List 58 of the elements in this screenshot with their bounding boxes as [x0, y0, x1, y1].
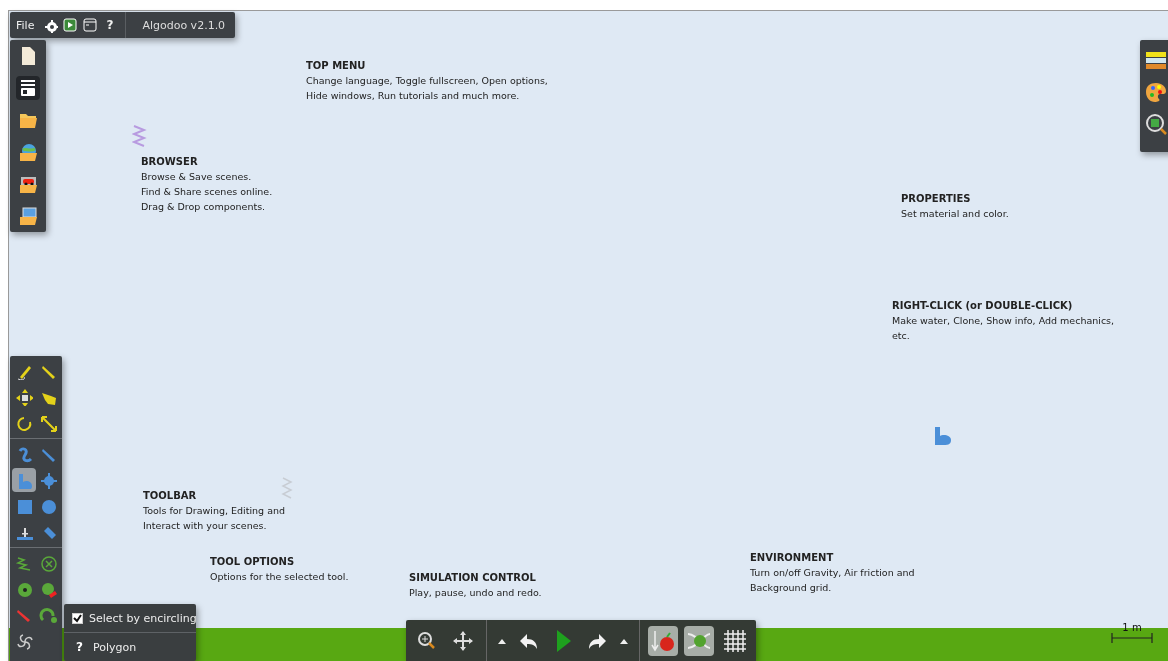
spring-icon [132, 124, 148, 148]
grid-icon [722, 627, 748, 654]
car-folder-icon [18, 174, 38, 194]
annotation-text: Browse & Save scenes. Find & Share scenes online. Drag & Drop components. [141, 170, 273, 214]
annotation-text: Turn on/off Gravity, Air friction and Background grid. [750, 566, 915, 595]
resize-arrow-icon [39, 414, 57, 432]
annotation-text: Options for the selected tool. [210, 570, 349, 584]
help-button[interactable]: ? [100, 14, 120, 36]
annotation-title: PROPERTIES [901, 192, 972, 206]
settings-icon [42, 17, 59, 33]
move-arrows-icon [15, 388, 33, 406]
magnifier-icon [1145, 113, 1167, 135]
swirl-icon [15, 632, 33, 650]
palette-icon [1145, 81, 1167, 103]
scale-label: 1 m [1122, 623, 1142, 633]
material-layers-icon [1145, 49, 1167, 71]
move-arrows-icon [452, 629, 474, 652]
version-label: Algodoo v2.1.0 [141, 18, 227, 32]
play-box-icon [62, 17, 79, 33]
annotation-title: TOOL OPTIONS [210, 555, 296, 569]
annotation-title: BROWSER [141, 155, 199, 169]
annotation-text: Set material and color. [901, 207, 1009, 221]
square-icon [15, 497, 33, 515]
help-button[interactable]: ? [72, 640, 87, 654]
annotation-text: Make water, Clone, Show info, Add mechanics, etc. [892, 314, 1115, 343]
annotation-title: RIGHT-CLICK (or DOUBLE-CLICK) [892, 299, 1074, 313]
scale-bar [1111, 633, 1153, 643]
checkbox[interactable] [72, 612, 83, 624]
spring-icon [281, 476, 293, 500]
tool-name: Polygon [92, 640, 137, 654]
color-button[interactable] [1144, 80, 1168, 104]
gear-icon [39, 471, 57, 489]
zigzag-spring-icon [15, 554, 33, 572]
gravity-toggle[interactable] [648, 625, 678, 656]
window-icon [82, 17, 99, 33]
play-icon [554, 628, 572, 653]
rotate-icon [15, 414, 33, 432]
file-menu[interactable]: File [10, 14, 41, 36]
picture-folder-icon [18, 206, 38, 226]
annotation-title: TOOLBAR [143, 489, 198, 503]
browser-button[interactable] [16, 76, 40, 100]
tracer-icon [39, 606, 57, 624]
annotation-text: Play, pause, undo and redo. [409, 586, 542, 600]
circle-cross-icon [39, 554, 57, 572]
annotation-title: ENVIRONMENT [750, 551, 835, 565]
checkbox-label: Select by encircling [89, 611, 197, 625]
annotation-text: Tools for Drawing, Editing and Interact with your scenes. [143, 504, 286, 533]
wheel-icon [15, 580, 33, 598]
air-friction-toggle[interactable] [684, 625, 714, 656]
annotation-title: SIMULATION CONTROL [409, 571, 537, 585]
thruster-icon [39, 580, 57, 598]
annotation-text: Change language, Toggle fullscreen, Open options, Hide windows, Run tutorials and much more. [306, 74, 548, 103]
circle-icon [39, 497, 57, 515]
polygon-cursor-icon [934, 426, 952, 446]
globe-folder-icon [18, 142, 38, 162]
save-icon [18, 78, 38, 98]
inspect-button[interactable] [1144, 112, 1168, 136]
annotation-title: TOP MENU [306, 59, 367, 73]
